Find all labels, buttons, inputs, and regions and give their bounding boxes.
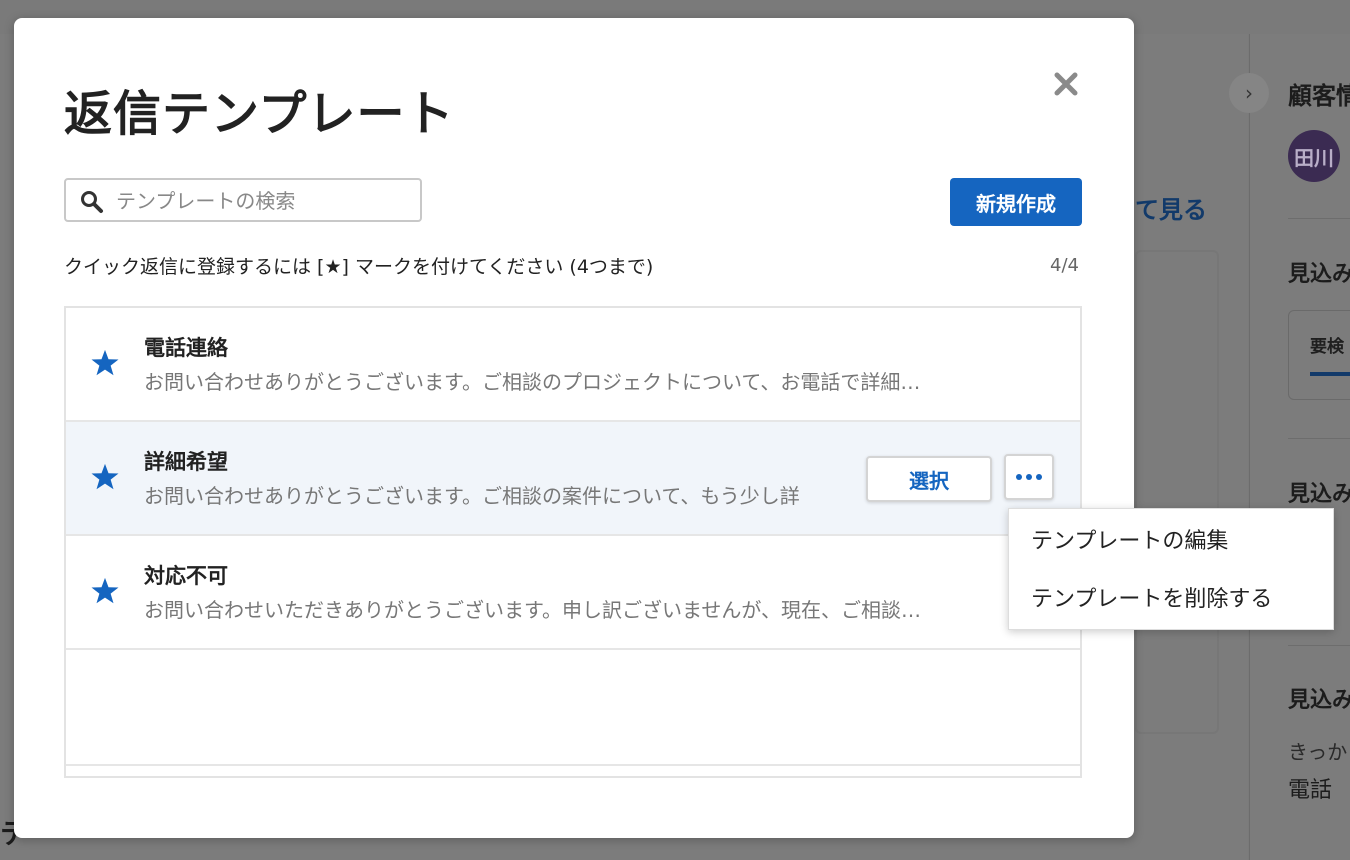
divider [1288,645,1350,646]
template-context-menu: テンプレートの編集 テンプレートを削除する [1008,508,1334,630]
modal-title: 返信テンプレート [64,86,455,142]
divider [1288,438,1350,439]
template-title: 電話連絡 [144,336,228,360]
more-horizontal-icon [1016,474,1042,480]
template-row[interactable]: 電話連絡 お問い合わせありがとうございます。ご相談のプロジェクトについて、お電話… [66,308,1080,422]
side-section-title: 見込み [1288,262,1350,287]
template-preview: お問い合わせありがとうございます。ご相談のプロジェクトについて、お電話で詳細… [144,370,921,394]
background-card [1135,250,1219,734]
side-section-title: 見込み [1288,688,1350,713]
delete-template-menu-item[interactable]: テンプレートを削除する [1031,581,1272,613]
template-row[interactable]: 詳細希望 お問い合わせありがとうございます。ご相談の案件について、もう少し詳 選… [66,422,1080,536]
template-list: 電話連絡 お問い合わせありがとうございます。ご相談のプロジェクトについて、お電話… [64,306,1082,778]
divider [1288,218,1350,219]
view-link: て見る [1135,196,1207,224]
template-title: 詳細希望 [144,450,228,474]
close-icon [1054,72,1078,96]
starred-count: 4/4 [1050,255,1079,276]
more-button[interactable] [1004,454,1054,500]
template-title: 対応不可 [144,564,228,588]
side-label: きっか [1288,740,1348,764]
quick-reply-hint: クイック返信に登録するには [★] マークを付けてください (4つまで) [64,256,654,278]
search-input[interactable] [114,184,418,218]
side-value: 電話 [1288,778,1333,803]
template-preview: お問い合わせいただきありがとうございます。申し訳ございませんが、現在、ご相談… [144,598,921,622]
side-section-title: 見込み [1288,482,1350,507]
status-label: 要検 [1310,337,1344,357]
new-template-button[interactable]: 新規作成 [950,178,1082,226]
reply-template-modal: 返信テンプレート 新規作成 クイック返信に登録するには [★] マークを付けてく… [14,18,1134,838]
search-field[interactable] [64,178,422,222]
empty-row [66,652,1080,766]
avatar: 田川 [1288,130,1340,182]
star-icon[interactable] [90,348,120,378]
side-heading: 顧客情 [1288,82,1350,110]
chevron-right-icon: › [1229,73,1269,113]
template-row[interactable]: 対応不可 お問い合わせいただきありがとうございます。申し訳ございませんが、現在、… [66,536,1080,650]
close-button[interactable] [1050,68,1082,100]
star-icon[interactable] [90,576,120,606]
select-button[interactable]: 選択 [866,456,992,502]
star-icon[interactable] [90,462,120,492]
status-bar [1310,372,1350,376]
template-preview: お問い合わせありがとうございます。ご相談の案件について、もう少し詳 [144,484,800,508]
edit-template-menu-item[interactable]: テンプレートの編集 [1031,523,1228,555]
search-icon [81,191,103,213]
